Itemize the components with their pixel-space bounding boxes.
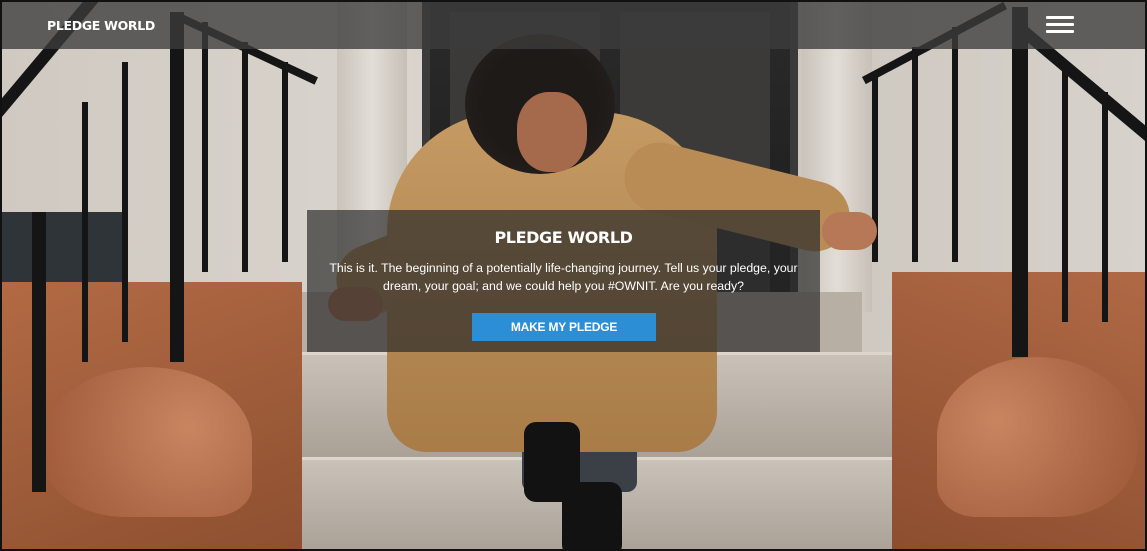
hero-panel: PLEDGE WORLD This is it. The beginning o…: [307, 210, 820, 352]
menu-line: [1046, 30, 1074, 33]
hero-title: PLEDGE WORLD: [494, 228, 633, 247]
site-logo-link[interactable]: PLEDGE WORLD: [47, 18, 155, 33]
page-frame: PLEDGE WORLD PLEDGE WORLD This is it. Th…: [0, 0, 1147, 551]
menu-line: [1046, 23, 1074, 26]
hamburger-menu-icon[interactable]: [1046, 15, 1074, 35]
top-navigation-bar: PLEDGE WORLD: [2, 2, 1145, 49]
make-my-pledge-button[interactable]: MAKE MY PLEDGE: [472, 313, 656, 341]
hero-description: This is it. The beginning of a potential…: [329, 261, 798, 293]
menu-line: [1046, 16, 1074, 19]
